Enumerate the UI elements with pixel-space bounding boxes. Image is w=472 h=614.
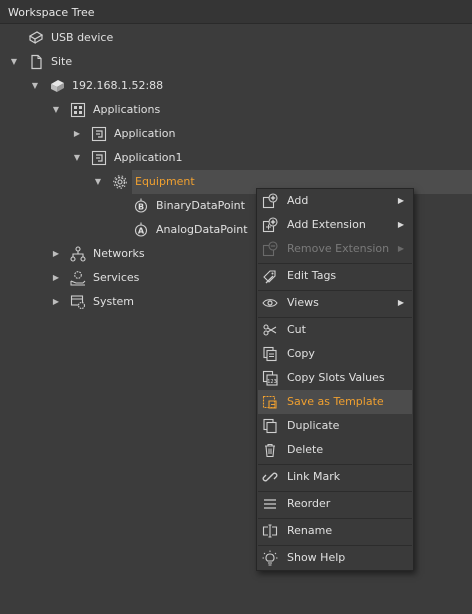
- server-icon: [49, 78, 65, 94]
- tree-item-label: System: [93, 295, 135, 308]
- menu-item-label: Copy Slots Values: [287, 371, 385, 384]
- submenu-arrow-icon: ▶: [397, 298, 404, 307]
- menu-item-label: Reorder: [287, 497, 331, 510]
- menu-item-duplicate[interactable]: Duplicate: [258, 414, 412, 438]
- menu-item-edit-tags[interactable]: Edit Tags: [258, 264, 412, 288]
- menu-item-copy-slots-values[interactable]: 123 Copy Slots Values: [258, 366, 412, 390]
- tree-item-label: Networks: [93, 247, 145, 260]
- tree-item-label: AnalogDataPoint: [156, 223, 248, 236]
- applications-grid-icon: [70, 102, 86, 118]
- tree-item-label: Services: [93, 271, 140, 284]
- binary-datapoint-icon: B: [133, 198, 149, 214]
- submenu-arrow-icon: ▶: [397, 244, 404, 253]
- tree-item-usb-device[interactable]: USB device: [0, 26, 472, 50]
- tree-item-label: Application1: [114, 151, 183, 164]
- menu-item-label: Add: [287, 194, 309, 207]
- chevron-right-icon[interactable]: ▶: [51, 242, 61, 266]
- add-icon: [262, 193, 278, 209]
- chevron-down-icon[interactable]: ▼: [9, 50, 19, 74]
- menu-item-save-as-template[interactable]: Save as Template: [258, 390, 412, 414]
- tree-item-label: BinaryDataPoint: [156, 199, 245, 212]
- submenu-arrow-icon: ▶: [397, 196, 404, 205]
- menu-item-remove-extension[interactable]: Remove Extension ▶: [258, 237, 412, 261]
- copy-slots-icon: 123: [262, 370, 278, 386]
- menu-item-show-help[interactable]: Show Help: [258, 546, 412, 570]
- menu-item-label: Copy: [287, 347, 315, 360]
- link-icon: [262, 469, 278, 485]
- tree-item-application[interactable]: ▶ Application: [0, 122, 472, 146]
- tree-item-label: Application: [114, 127, 176, 140]
- tree-item-application1[interactable]: ▼ Application1: [0, 146, 472, 170]
- menu-item-link-mark[interactable]: Link Mark: [258, 465, 412, 489]
- document-icon: [28, 54, 44, 70]
- chevron-right-icon[interactable]: ▶: [72, 122, 82, 146]
- menu-item-label: Duplicate: [287, 419, 340, 432]
- panel-title: Workspace Tree: [0, 0, 472, 24]
- network-icon: [70, 246, 86, 262]
- gear-icon: [112, 174, 128, 190]
- tree-item-label: Site: [51, 55, 73, 68]
- menu-item-add-extension[interactable]: Add Extension ▶: [258, 213, 412, 237]
- menu-item-rename[interactable]: Rename: [258, 519, 412, 543]
- trash-icon: [262, 442, 278, 458]
- tree-item-label: Applications: [93, 103, 161, 116]
- menu-item-copy[interactable]: Copy: [258, 342, 412, 366]
- system-icon: [70, 294, 86, 310]
- eye-icon: [262, 295, 278, 311]
- menu-item-add[interactable]: Add ▶: [258, 189, 412, 213]
- menu-item-delete[interactable]: Delete: [258, 438, 412, 462]
- remove-extension-icon: [262, 241, 278, 257]
- menu-item-label: Delete: [287, 443, 324, 456]
- menu-item-cut[interactable]: Cut: [258, 318, 412, 342]
- edit-tags-icon: [262, 268, 278, 284]
- chevron-right-icon[interactable]: ▶: [51, 290, 61, 314]
- menu-item-label: Show Help: [287, 551, 346, 564]
- chevron-down-icon[interactable]: ▼: [51, 98, 61, 122]
- rename-icon: [262, 523, 278, 539]
- lightbulb-icon: [262, 550, 278, 566]
- menu-item-label: Cut: [287, 323, 306, 336]
- menu-item-label: Save as Template: [287, 395, 384, 408]
- tree-item-site[interactable]: ▼ Site: [0, 50, 472, 74]
- save-template-icon: [262, 394, 278, 410]
- chevron-down-icon[interactable]: ▼: [30, 74, 40, 98]
- add-extension-icon: [262, 217, 278, 233]
- tree-item-host[interactable]: ▼ 192.168.1.52:88: [0, 74, 472, 98]
- reorder-icon: [262, 496, 278, 512]
- application-icon: [91, 126, 107, 142]
- usb-device-icon: [28, 30, 44, 46]
- copy-icon: [262, 346, 278, 362]
- context-menu: Add ▶ Add Extension ▶ Remove Extension ▶…: [256, 188, 414, 571]
- menu-item-label: Link Mark: [287, 470, 341, 483]
- tree-item-applications[interactable]: ▼ Applications: [0, 98, 472, 122]
- menu-item-label: Edit Tags: [287, 269, 337, 282]
- menu-item-label: Add Extension: [287, 218, 366, 231]
- services-icon: [70, 270, 86, 286]
- chevron-down-icon[interactable]: ▼: [72, 146, 82, 170]
- tree-item-label: 192.168.1.52:88: [72, 79, 164, 92]
- chevron-down-icon[interactable]: ▼: [93, 170, 103, 194]
- workspace-tree-panel: Workspace Tree USB device ▼ Site ▼ 192.1…: [0, 0, 472, 614]
- menu-item-label: Views: [287, 296, 319, 309]
- menu-item-label: Remove Extension: [287, 242, 390, 255]
- svg-text:A: A: [138, 227, 145, 236]
- menu-item-views[interactable]: Views ▶: [258, 291, 412, 315]
- cut-icon: [262, 322, 278, 338]
- duplicate-icon: [262, 418, 278, 434]
- application-icon: [91, 150, 107, 166]
- tree-item-label: Equipment: [135, 175, 195, 188]
- svg-text:B: B: [138, 203, 144, 212]
- svg-text:123: 123: [267, 379, 277, 385]
- chevron-right-icon[interactable]: ▶: [51, 266, 61, 290]
- submenu-arrow-icon: ▶: [397, 220, 404, 229]
- menu-item-reorder[interactable]: Reorder: [258, 492, 412, 516]
- tree-item-label: USB device: [51, 31, 114, 44]
- analog-datapoint-icon: A: [133, 222, 149, 238]
- menu-item-label: Rename: [287, 524, 333, 537]
